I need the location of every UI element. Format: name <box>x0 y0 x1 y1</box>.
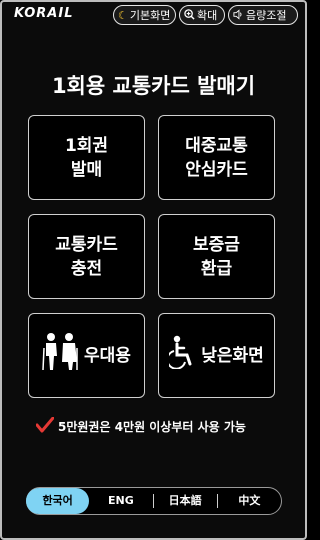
transit-safe-card-button[interactable]: 대중교통 안심카드 <box>158 115 275 200</box>
card-charge-button[interactable]: 교통카드 충전 <box>28 214 145 299</box>
single-ticket-line1: 1회권 <box>64 135 109 156</box>
zoom-label: 확대 <box>197 9 218 22</box>
basic-screen-button[interactable]: ☾ 기본화면 <box>113 5 176 25</box>
seniors-icon <box>42 332 84 379</box>
low-screen-button[interactable]: 낮은화면 <box>158 313 275 398</box>
refund-line1: 보증금 <box>193 234 240 255</box>
notice-text: 5만원권은 4만원 이상부터 사용 가능 <box>58 420 246 434</box>
charge-line1: 교통카드 <box>55 234 118 255</box>
basic-screen-label: 기본화면 <box>129 9 171 22</box>
senior-discount-button[interactable]: 우대용 <box>28 313 145 398</box>
korail-logo: KORAIL <box>14 6 74 21</box>
volume-button[interactable]: 음량조절 <box>228 5 298 25</box>
logo-text: KORAIL <box>14 6 74 21</box>
transit-card-line2: 안심카드 <box>185 159 248 180</box>
language-japanese[interactable]: 日本語 <box>154 488 217 514</box>
single-ticket-button[interactable]: 1회권 발매 <box>28 115 145 200</box>
page-title: 1회용 교통카드 발매기 <box>51 74 256 98</box>
magnifier-plus-icon <box>184 6 195 26</box>
senior-label: 우대용 <box>84 345 131 366</box>
volume-label: 음량조절 <box>246 9 287 22</box>
checkmark-icon <box>35 416 58 436</box>
language-selector: 한국어 ENG 日本語 中文 <box>26 487 282 515</box>
transit-card-line1: 대중교통 <box>185 135 248 156</box>
wheelchair-icon <box>166 335 201 376</box>
low-screen-label: 낮은화면 <box>201 345 264 366</box>
speaker-icon <box>233 6 244 26</box>
language-english[interactable]: ENG <box>89 488 152 514</box>
notice-line: 5만원권은 4만원 이상부터 사용 가능 <box>35 416 246 436</box>
deposit-refund-button[interactable]: 보증금 환급 <box>158 214 275 299</box>
charge-line2: 충전 <box>70 258 103 279</box>
language-korean[interactable]: 한국어 <box>26 488 90 514</box>
zoom-button[interactable]: 확대 <box>179 5 225 25</box>
refund-line2: 환급 <box>200 258 233 279</box>
moon-icon: ☾ <box>118 9 128 22</box>
language-chinese[interactable]: 中文 <box>218 488 281 514</box>
single-ticket-line2: 발매 <box>70 159 103 180</box>
top-bar: KORAIL ☾ 기본화면 확대 음량조절 <box>0 0 307 32</box>
